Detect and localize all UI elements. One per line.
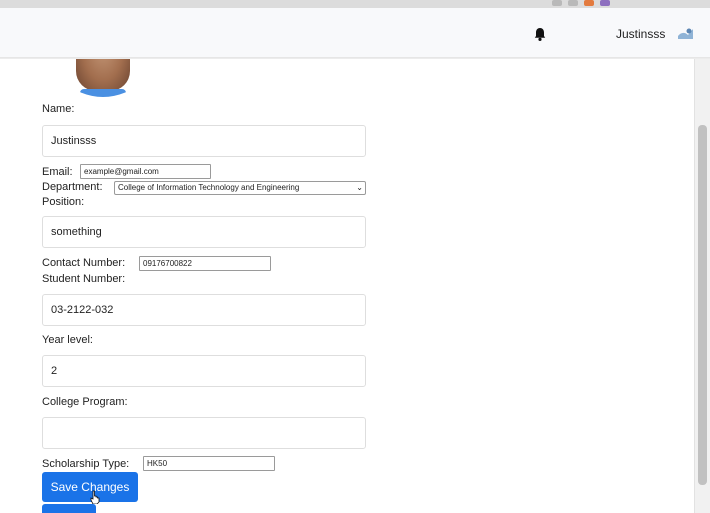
browser-toolbar-strip [0,0,710,8]
department-selected-value: College of Information Technology and En… [118,183,300,192]
profile-edit-page: Name: Email: Department: College of Info… [0,59,694,513]
college-program-input[interactable] [42,417,366,449]
contact-number-input[interactable] [139,256,271,271]
contact-number-label: Contact Number: [42,257,126,269]
position-label: Position: [42,196,85,208]
hand-cursor-icon [90,490,100,504]
user-avatar-icon[interactable] [677,26,694,40]
student-number-label: Student Number: [42,273,126,285]
extension-icon[interactable] [552,0,562,6]
bell-icon[interactable] [532,26,548,42]
name-label: Name: [42,103,75,115]
year-level-input[interactable] [42,355,366,387]
secondary-button[interactable] [42,504,96,513]
profile-photo [46,59,160,97]
profile-photo-image [76,59,130,91]
extension-icon[interactable] [584,0,594,6]
position-input[interactable] [42,216,366,248]
chevron-down-icon: ⌄ [356,183,363,192]
page-scrollbar[interactable] [694,59,710,513]
browser-extension-icons [552,0,610,6]
scholarship-type-input[interactable] [143,456,275,471]
college-program-label: College Program: [42,396,128,408]
photo-upload-bar[interactable] [80,89,126,97]
department-select[interactable]: College of Information Technology and En… [114,181,366,195]
name-input[interactable] [42,125,366,157]
year-level-label: Year level: [42,334,93,346]
department-label: Department: [42,181,103,193]
scrollbar-thumb[interactable] [698,125,707,485]
email-input[interactable] [80,164,211,179]
email-label: Email: [42,166,73,178]
username-label[interactable]: Justinsss [616,27,665,41]
extension-icon[interactable] [600,0,610,6]
extension-icon[interactable] [568,0,578,6]
top-navbar: Justinsss [0,8,710,58]
student-number-input[interactable] [42,294,366,326]
scholarship-type-label: Scholarship Type: [42,458,130,470]
